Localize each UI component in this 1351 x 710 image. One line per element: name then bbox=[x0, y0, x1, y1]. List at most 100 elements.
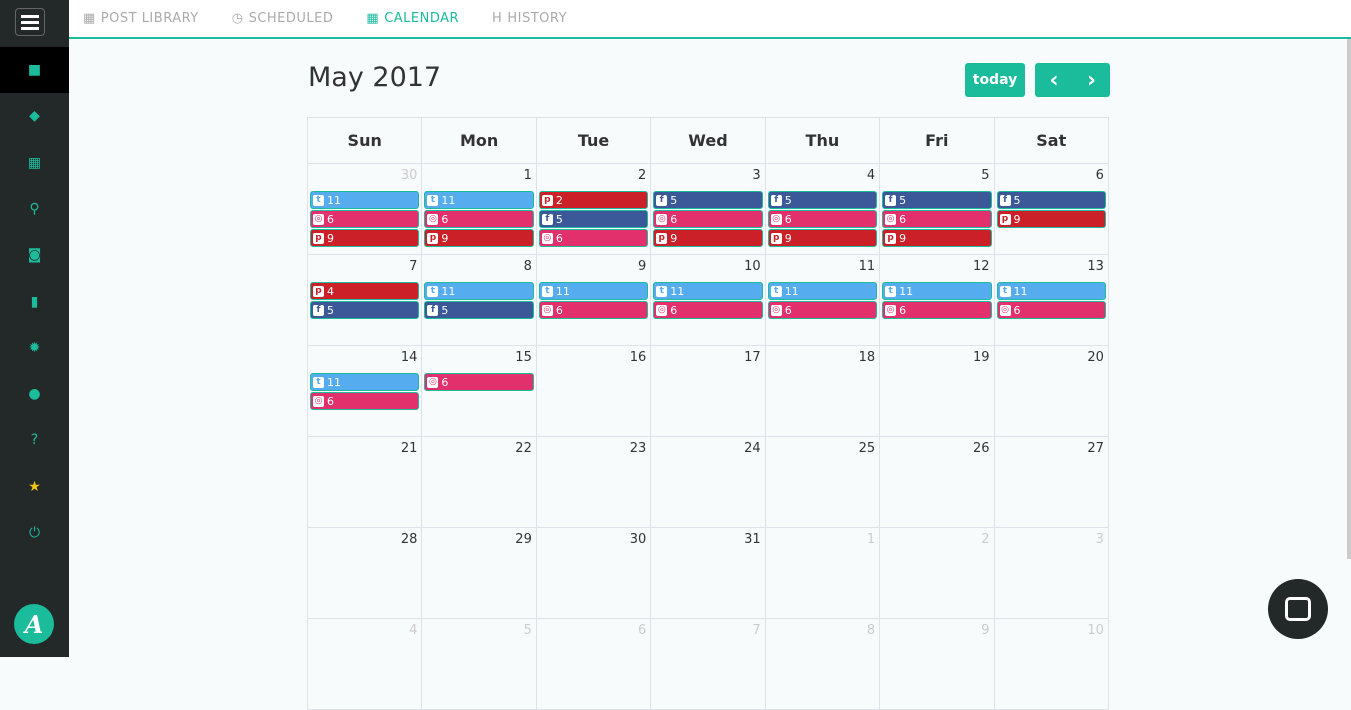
day-cell[interactable]: 23 bbox=[536, 437, 652, 528]
event-tw[interactable]: t 11 bbox=[424, 282, 534, 300]
tab-history[interactable]: H HISTORY bbox=[492, 11, 567, 26]
sidebar-item-gear[interactable]: ✹ bbox=[0, 325, 69, 371]
event-ig[interactable]: ◎ 6 bbox=[653, 301, 763, 319]
day-cell[interactable]: 5 bbox=[422, 619, 537, 710]
chat-widget-button[interactable] bbox=[1268, 579, 1328, 639]
event-ig[interactable]: ◎ 6 bbox=[424, 210, 534, 228]
event-fb[interactable]: f5 bbox=[653, 191, 763, 209]
tab-calendar[interactable]: ▦ CALENDAR bbox=[366, 11, 459, 26]
day-cell[interactable]: 5 f 5 ◎ 6 p 9 bbox=[880, 164, 995, 255]
sidebar-item-user[interactable]: ● bbox=[0, 371, 69, 417]
tab-scheduled[interactable]: ◷ SCHEDULED bbox=[232, 11, 334, 26]
day-cell[interactable]: 1 bbox=[765, 528, 881, 619]
event-pi[interactable]: p4 bbox=[310, 282, 420, 300]
event-ig[interactable]: ◎ 6 bbox=[653, 210, 763, 228]
event-ig[interactable]: ◎ 6 bbox=[767, 210, 878, 228]
day-cell[interactable]: 11 t 11 ◎ 6 bbox=[765, 255, 881, 346]
day-cell[interactable]: 31 bbox=[651, 528, 766, 619]
event-tw[interactable]: t 11 bbox=[996, 282, 1106, 300]
sidebar-item-briefcase[interactable]: ■ bbox=[0, 47, 69, 93]
day-cell[interactable]: 24 bbox=[651, 437, 766, 528]
event-tw[interactable]: t 11 bbox=[767, 282, 878, 300]
event-pi[interactable]: p9 bbox=[424, 229, 534, 247]
day-cell[interactable]: 3 bbox=[994, 528, 1109, 619]
event-tw[interactable]: t 11 bbox=[310, 373, 420, 391]
day-cell[interactable]: 14 t 11 ◎ 6 bbox=[308, 346, 423, 437]
day-cell[interactable]: 17 bbox=[651, 346, 766, 437]
day-cell[interactable]: 22 bbox=[422, 437, 537, 528]
sidebar-item-help[interactable]: ? bbox=[0, 417, 69, 463]
hamburger-menu-button[interactable] bbox=[15, 8, 45, 36]
day-cell[interactable]: 6 bbox=[536, 619, 652, 710]
day-cell[interactable]: 9 bbox=[880, 619, 995, 710]
day-cell[interactable]: 27 bbox=[994, 437, 1109, 528]
event-pi[interactable]: p9 bbox=[310, 229, 420, 247]
scrollbar[interactable] bbox=[1347, 39, 1351, 559]
day-cell[interactable]: 9 t 11 ◎ 6 bbox=[536, 255, 652, 346]
day-cell[interactable]: 6f5p9 bbox=[994, 164, 1109, 255]
event-fb[interactable]: f5 bbox=[767, 191, 878, 209]
day-cell[interactable]: 10 bbox=[994, 619, 1109, 710]
event-fb[interactable]: f5 bbox=[996, 191, 1106, 209]
app-logo[interactable]: A bbox=[14, 604, 54, 644]
event-tw[interactable]: t 11 bbox=[882, 282, 992, 300]
day-cell[interactable]: 10 t 11 ◎ 6 bbox=[651, 255, 766, 346]
event-tw[interactable]: t 11 bbox=[310, 191, 420, 209]
day-cell[interactable]: 13 t 11 ◎ 6 bbox=[994, 255, 1109, 346]
event-ig[interactable]: ◎ 6 bbox=[538, 229, 649, 247]
event-fb[interactable]: f5 bbox=[424, 301, 534, 319]
tab-post-library[interactable]: ▦ POST LIBRARY bbox=[83, 11, 199, 26]
sidebar-item-calendar[interactable]: ▦ bbox=[0, 140, 69, 186]
event-ig[interactable]: ◎ 6 bbox=[882, 301, 992, 319]
event-ig[interactable]: ◎ 6 bbox=[310, 392, 420, 410]
prev-month-button[interactable]: ‹ bbox=[1035, 63, 1073, 97]
today-button[interactable]: today bbox=[965, 63, 1025, 97]
event-tw[interactable]: t 11 bbox=[538, 282, 649, 300]
sidebar-item-tags[interactable]: ◆ bbox=[0, 93, 69, 139]
sidebar-item-camera[interactable]: ◙ bbox=[0, 232, 69, 278]
day-cell[interactable]: 4 bbox=[308, 619, 423, 710]
event-tw[interactable]: t 11 bbox=[653, 282, 763, 300]
event-ig[interactable]: ◎ 6 bbox=[310, 210, 420, 228]
event-ig[interactable]: ◎ 6 bbox=[538, 301, 649, 319]
day-cell[interactable]: 7 bbox=[651, 619, 766, 710]
event-fb[interactable]: f5 bbox=[882, 191, 992, 209]
day-cell[interactable]: 4 f 5 ◎ 6 p 9 bbox=[765, 164, 881, 255]
day-cell[interactable]: 3 f 5 ◎ 6 p 9 bbox=[651, 164, 766, 255]
day-cell[interactable]: 19 bbox=[880, 346, 995, 437]
event-pi[interactable]: p9 bbox=[882, 229, 992, 247]
day-cell[interactable]: 1 t 11 ◎ 6 p 9 bbox=[422, 164, 537, 255]
day-cell[interactable]: 30 bbox=[536, 528, 652, 619]
day-cell[interactable]: 25 bbox=[765, 437, 881, 528]
day-cell[interactable]: 29 bbox=[422, 528, 537, 619]
event-pi[interactable]: p9 bbox=[996, 210, 1106, 228]
day-cell[interactable]: 15 ◎ 6 bbox=[422, 346, 537, 437]
event-pi[interactable]: p2 bbox=[538, 191, 649, 209]
sidebar-item-power[interactable]: ⏻ bbox=[0, 510, 69, 556]
event-ig[interactable]: ◎ 6 bbox=[882, 210, 992, 228]
next-month-button[interactable]: › bbox=[1073, 63, 1110, 97]
day-cell[interactable]: 26 bbox=[880, 437, 995, 528]
sidebar-item-chart[interactable]: ▮ bbox=[0, 279, 69, 325]
event-fb[interactable]: f5 bbox=[310, 301, 420, 319]
day-cell[interactable]: 12 t 11 ◎ 6 bbox=[880, 255, 995, 346]
event-pi[interactable]: p9 bbox=[767, 229, 878, 247]
event-fb[interactable]: f5 bbox=[538, 210, 649, 228]
sidebar-item-star[interactable]: ★ bbox=[0, 464, 69, 510]
day-cell[interactable]: 28 bbox=[308, 528, 423, 619]
day-cell[interactable]: 8 bbox=[765, 619, 881, 710]
day-cell[interactable]: 8 t 11 f 5 bbox=[422, 255, 537, 346]
day-cell[interactable]: 18 bbox=[765, 346, 881, 437]
event-pi[interactable]: p9 bbox=[653, 229, 763, 247]
day-cell[interactable]: 7p4f5 bbox=[308, 255, 423, 346]
event-ig[interactable]: ◎ 6 bbox=[996, 301, 1106, 319]
event-ig[interactable]: ◎ 6 bbox=[424, 373, 534, 391]
event-tw[interactable]: t 11 bbox=[424, 191, 534, 209]
day-cell[interactable]: 30 t 11 ◎ 6 p 9 bbox=[308, 164, 423, 255]
day-cell[interactable]: 2 bbox=[880, 528, 995, 619]
day-cell[interactable]: 2 p 2 f 5 ◎ 6 bbox=[536, 164, 652, 255]
sidebar-item-search[interactable]: ⚲ bbox=[0, 186, 69, 232]
day-cell[interactable]: 16 bbox=[536, 346, 652, 437]
day-cell[interactable]: 20 bbox=[994, 346, 1109, 437]
day-cell[interactable]: 21 bbox=[308, 437, 423, 528]
